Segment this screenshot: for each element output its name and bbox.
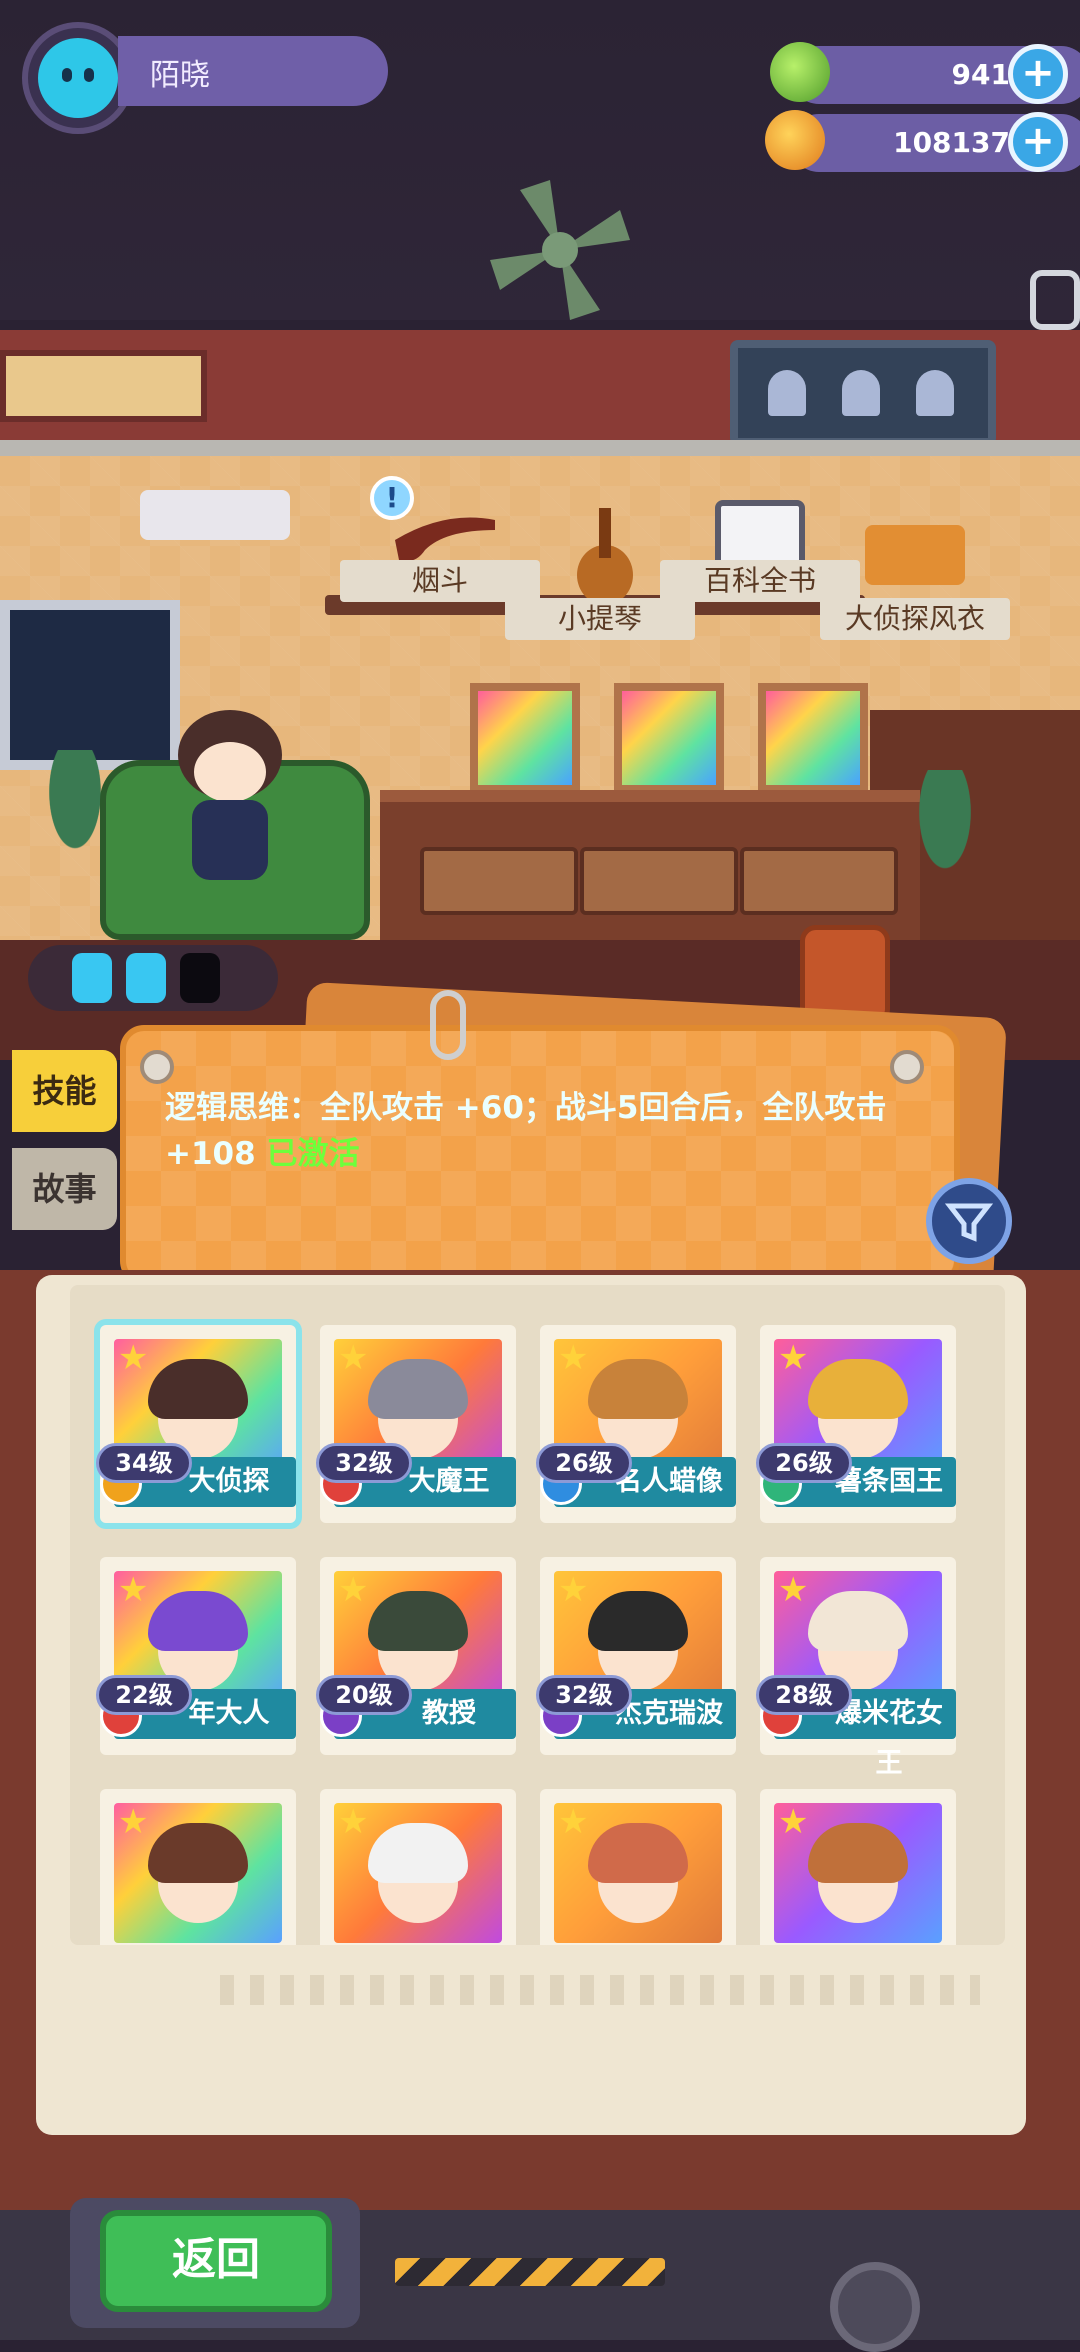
star-icon: ★ [778,1802,809,1842]
character-card[interactable]: ★ [320,1789,516,1945]
star-icon: ★ [118,1802,149,1842]
filter-button[interactable] [926,1178,1012,1264]
character-hair [148,1359,248,1419]
projector-icon [140,490,290,540]
window [0,600,180,770]
character-card[interactable]: ★ 爆米花女王 28级 [756,1557,956,1779]
item-label-trench-coat[interactable]: 大侦探风衣 [820,598,1010,640]
clip-edge-icon [1030,270,1080,330]
character-hair [808,1823,908,1883]
character-hair [588,1359,688,1419]
character-hair [808,1591,908,1651]
character-card[interactable]: ★ [760,1789,956,1945]
room-ceiling [0,330,1080,450]
player-name: 陌晓 [150,58,210,93]
tab-skill[interactable]: 技能 [12,1050,117,1132]
character-level: 32级 [316,1443,412,1483]
skill-status: 已激活 [266,1136,360,1172]
item-label-encyclopedia[interactable]: 百科全书 [660,560,860,602]
portrait-frame [614,683,724,793]
star-icon: ★ [778,1570,809,1610]
screw-icon [890,1050,924,1084]
character-level: 20级 [316,1675,412,1715]
ceiling-pipe [0,440,1080,456]
ceiling-fan-icon [490,180,630,320]
add-gems-button[interactable]: + [1008,44,1068,104]
character-card[interactable]: ★ 薯条国王 26级 [756,1325,956,1523]
energy-battery-empty-icon [180,953,220,1003]
character-card[interactable]: ★ 名人蜡像 26级 [536,1325,736,1523]
filter-icon [944,1203,994,1242]
star-icon: ★ [118,1338,149,1378]
character-hair [368,1359,468,1419]
star-icon: ★ [558,1570,589,1610]
character-card[interactable]: ★ 杰克瑞波 32级 [536,1557,736,1755]
character-card[interactable]: ★ 年大人 22级 [96,1557,296,1755]
character-card[interactable]: ★ [540,1789,736,1945]
star-icon: ★ [558,1802,589,1842]
character-level: 26级 [536,1443,632,1483]
avatar-cat-icon[interactable] [38,38,118,118]
character-hair [148,1591,248,1651]
character-hair [588,1823,688,1883]
energy-battery-icon [72,953,112,1003]
faded-text [220,1975,980,2005]
character-hair [808,1359,908,1419]
round-hatch-icon [830,2262,920,2352]
portrait-frame [470,683,580,793]
tab-story[interactable]: 故事 [12,1148,117,1230]
character-level: 22级 [96,1675,192,1715]
paper-clip-icon [430,990,466,1060]
character-level: 32级 [536,1675,632,1715]
character-hair [368,1591,468,1651]
star-icon: ★ [778,1338,809,1378]
character-card[interactable]: ★ 大魔王 32级 [316,1325,516,1523]
gems-value: 941 [951,58,1010,91]
star-icon: ★ [338,1802,369,1842]
trench-coat-icon[interactable] [865,525,965,585]
star-icon: ★ [118,1570,149,1610]
character-card[interactable]: ★ 大侦探 34级 [96,1325,296,1523]
back-button[interactable]: 返回 [100,2210,332,2312]
character-card[interactable]: ★ [100,1789,296,1945]
detective-character[interactable] [160,700,300,900]
hazard-stripe [395,2258,665,2286]
character-hair [148,1823,248,1883]
star-icon: ★ [338,1570,369,1610]
character-level: 26级 [756,1443,852,1483]
skill-description: 逻辑思维：全队攻击 +60；战斗5回合后，全队攻击 +108 已激活 [165,1085,925,1177]
character-hair [588,1591,688,1651]
character-level: 34级 [96,1443,192,1483]
star-icon: ★ [338,1338,369,1378]
portrait-frame [758,683,868,793]
coins-value: 108137 [893,126,1010,159]
star-icon: ★ [558,1338,589,1378]
character-grid: ★ 大侦探 34级 ★ 大魔王 32级 ★ 名人蜡像 26级 ★ 薯条国王 26级 ★ 年大人 22级 ★ 教授… [70,1285,1005,1945]
character-level: 28级 [756,1675,852,1715]
violin-icon[interactable] [555,500,655,610]
item-label-pipe[interactable]: 烟斗 [340,560,540,602]
plant-icon [900,770,990,910]
character-card[interactable]: ★ 教授 20级 [316,1557,516,1755]
screw-icon [140,1050,174,1084]
energy-battery-icon [126,953,166,1003]
add-coins-button[interactable]: + [1008,112,1068,172]
item-label-violin[interactable]: 小提琴 [505,598,695,640]
character-hair [368,1823,468,1883]
